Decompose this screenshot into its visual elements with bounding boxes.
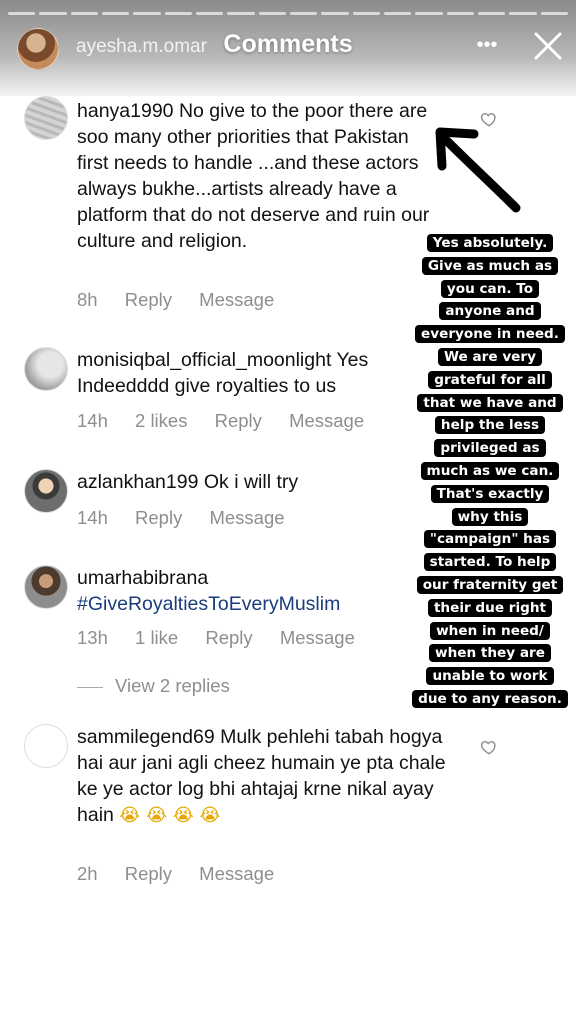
comment-meta: 13h 1 like Reply Message <box>77 627 377 649</box>
reply-button[interactable]: Reply <box>215 410 262 431</box>
sticker-line: anyone and <box>439 302 541 321</box>
comment-username[interactable]: azlankhan199 <box>77 471 198 493</box>
sticker-line: grateful for all <box>428 370 552 389</box>
sticker-line: much as we can. <box>420 461 560 480</box>
comment-meta: 14h 2 likes Reply Message <box>77 410 386 432</box>
comment-text: azlankhan199 Ok i will try <box>77 469 437 495</box>
sticker-line: due to any reason. <box>412 689 568 708</box>
avatar[interactable] <box>24 565 68 609</box>
close-icon[interactable] <box>530 28 566 64</box>
comment-text: umarhabibrana #GiveRoyaltiesToEveryMusli… <box>77 565 437 617</box>
comment-text: sammilegend69 Mulk pehlehi tabah hogya h… <box>77 724 447 829</box>
message-button[interactable]: Message <box>280 627 355 648</box>
sticker-line: when in need/ <box>430 621 550 640</box>
comment-text: hanya1990 No give to the poor there are … <box>77 98 437 254</box>
sticker-line: their due right <box>427 598 553 617</box>
sticker-line: started. To help <box>423 553 557 572</box>
comment-body: No give to the poor there are soo many o… <box>77 100 430 252</box>
comment-likes[interactable]: 2 likes <box>135 410 187 431</box>
avatar[interactable] <box>24 469 68 513</box>
comment-body: Ok i will try <box>203 471 299 493</box>
hashtag-link[interactable]: #GiveRoyaltiesToEveryMuslim <box>77 591 437 617</box>
comment-username[interactable]: hanya1990 <box>77 100 174 122</box>
message-button[interactable]: Message <box>199 863 274 884</box>
sticker-line: "campaign" has <box>423 530 557 549</box>
story-text-sticker: Yes absolutely. Give as much as you can.… <box>412 232 568 711</box>
avatar[interactable] <box>24 96 68 140</box>
reply-button[interactable]: Reply <box>205 627 252 648</box>
sticker-line: That's exactly <box>430 484 550 503</box>
message-button[interactable]: Message <box>199 289 274 310</box>
comment-time: 8h <box>77 289 98 310</box>
comment-time: 14h <box>77 410 108 431</box>
comment-time: 2h <box>77 863 98 884</box>
comment-username[interactable]: monisiqbal_official_moonlight <box>77 349 331 371</box>
comment-meta: 2h Reply Message <box>77 863 296 885</box>
comment-likes[interactable]: 1 like <box>135 627 178 648</box>
sticker-line: why this <box>451 507 529 526</box>
sticker-line: Yes absolutely. <box>426 234 554 252</box>
crying-emoji: 😭 😭 😭 😭 <box>119 805 221 826</box>
avatar[interactable] <box>24 724 68 768</box>
hand-drawn-arrow <box>435 127 521 213</box>
comment-username[interactable]: umarhabibrana <box>77 565 437 591</box>
sticker-line: We are very <box>438 347 542 366</box>
sticker-line: everyone in need. <box>415 325 565 344</box>
avatar[interactable] <box>24 347 68 391</box>
divider <box>77 686 103 688</box>
sticker-line: unable to work <box>426 667 554 686</box>
reply-button[interactable]: Reply <box>125 289 172 310</box>
comment-username[interactable]: sammilegend69 <box>77 726 215 748</box>
comment-text: monisiqbal_official_moonlight Yes Indeed… <box>77 347 427 399</box>
sticker-line: privileged as <box>434 439 546 458</box>
view-replies-label: View 2 replies <box>115 675 230 696</box>
comment-time: 13h <box>77 627 108 648</box>
sticker-line: our fraternity get <box>416 575 564 594</box>
view-replies-button[interactable]: View 2 replies <box>77 675 230 697</box>
reply-button[interactable]: Reply <box>125 863 172 884</box>
story-progress-bar <box>8 12 568 15</box>
message-button[interactable]: Message <box>209 507 284 528</box>
sticker-line: Give as much as <box>421 256 559 275</box>
sticker-line: you can. To <box>440 279 540 298</box>
comment-meta: 8h Reply Message <box>77 289 296 311</box>
sticker-line: when they are <box>429 644 551 663</box>
heart-outline-icon[interactable] <box>480 738 498 756</box>
sticker-line: that we have and <box>417 393 563 412</box>
message-button[interactable]: Message <box>289 410 364 431</box>
reply-button[interactable]: Reply <box>135 507 182 528</box>
comment-meta: 14h Reply Message <box>77 507 307 529</box>
story-header: ayesha.m.omar Comments ••• <box>0 0 576 96</box>
comment-time: 14h <box>77 507 108 528</box>
sticker-line: help the less <box>434 416 546 435</box>
more-dots-icon[interactable]: ••• <box>472 30 502 60</box>
